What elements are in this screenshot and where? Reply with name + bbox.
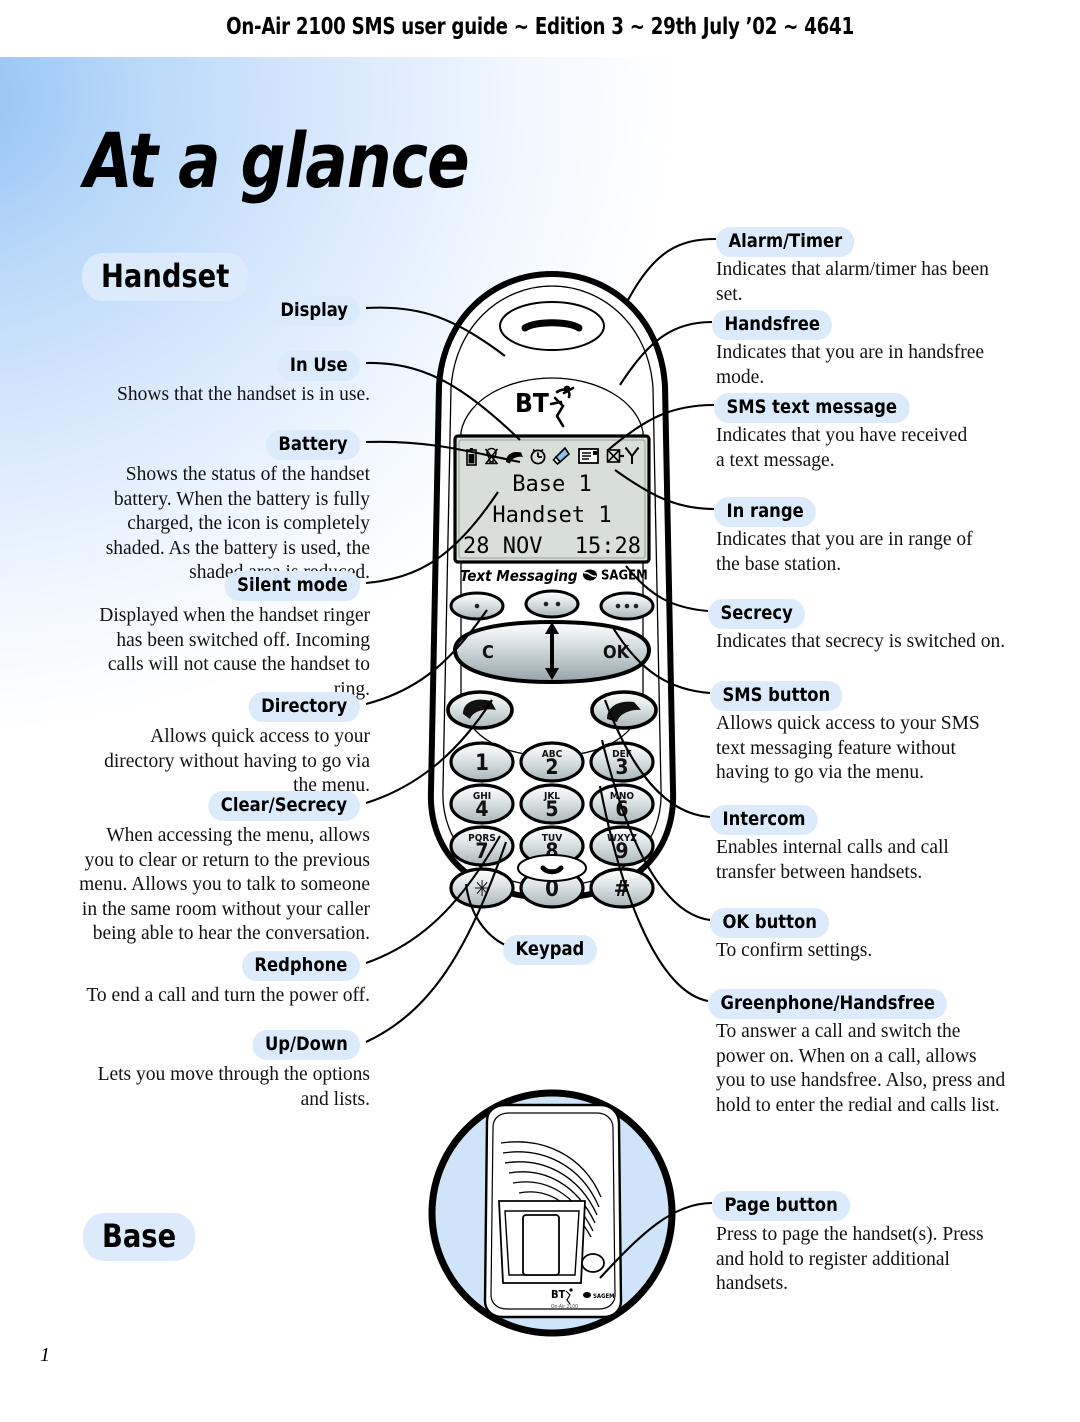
callout-text-in-use: Shows that the handset is in use. [117, 384, 370, 405]
key-9: WXYZ9 [589, 825, 655, 867]
callout-label-battery: Battery [265, 430, 360, 460]
callout-text-directory: Allows quick access to your directory wi… [104, 726, 370, 796]
key-hash: # [589, 867, 655, 909]
callout-text-ok-button: To confirm settings. [716, 940, 873, 961]
callout-text-secrecy: Indicates that secrecy is switched on. [716, 631, 1006, 652]
callout-text-in-range: Indicates that you are in range of the b… [716, 529, 973, 575]
lcd-line1: Base 1 [512, 472, 591, 497]
key-7: PQRS7 [449, 825, 515, 867]
running-header-text: On-Air 2100 SMS user guide ~ Edition 3 ~… [226, 14, 854, 40]
callout-label-secrecy: Secrecy [708, 599, 806, 629]
callout-label-sms-text-message: SMS text message [714, 393, 910, 423]
callout-text-redphone: To end a call and turn the power off. [86, 985, 370, 1006]
callout-text-clear-secrecy: When accessing the menu, allows you to c… [79, 825, 370, 944]
key-digit: 9 [615, 839, 628, 863]
callout-label-alarm-timer: Alarm/Timer [716, 227, 855, 257]
softkey-row [449, 589, 655, 621]
callout-label-clear-secrecy: Clear/Secrecy [208, 791, 360, 821]
callout-label-keypad: Keypad [503, 935, 597, 965]
lcd-line2: Handset 1 [492, 503, 611, 528]
svg-text:On-Air 2100: On-Air 2100 [551, 1304, 578, 1310]
key-digit: 5 [545, 797, 558, 821]
key-digit: ✳ [474, 877, 491, 902]
callout-text-intercom: Enables internal calls and call transfer… [716, 837, 949, 883]
callout-text-silent-mode: Displayed when the handset ringer has be… [99, 605, 370, 700]
intercom-button [524, 589, 580, 619]
callout-label-silent-mode: Silent mode [224, 571, 360, 601]
callout-text-battery: Shows the status of the handset battery.… [105, 464, 370, 583]
section-heading-handset: Handset [82, 253, 249, 301]
key-digit: 4 [475, 797, 488, 821]
callout-text-handsfree: Indicates that you are in handsfree mode… [716, 342, 985, 388]
callout-text-page-button: Press to page the handset(s). Press and … [716, 1224, 984, 1294]
key-6: MNO6 [589, 783, 655, 825]
ok-key-label: OK [603, 642, 631, 663]
sms-button [449, 591, 505, 621]
callout-text-sms-button: Allows quick access to your SMS text mes… [716, 713, 980, 783]
key-digit: 1 [475, 751, 489, 776]
callout-text-greenphone-handsfree: To answer a call and switch the power on… [716, 1021, 1006, 1116]
directory-button [599, 591, 655, 621]
key-1: 1 [449, 741, 515, 783]
callout-label-sms-button: SMS button [710, 681, 843, 711]
callout-label-greenphone-handsfree: Greenphone/Handsfree [708, 989, 948, 1019]
key-2: ABC2 [519, 741, 585, 783]
callout-label-redphone: Redphone [241, 951, 360, 981]
callout-text-up-down: Lets you move through the options and li… [97, 1064, 370, 1110]
callout-text-alarm-timer: Indicates that alarm/timer has been set. [716, 259, 989, 305]
clear-key-label: C [482, 642, 494, 663]
redphone-button [446, 690, 514, 730]
running-header-band: On-Air 2100 SMS user guide ~ Edition 3 ~… [0, 0, 1080, 57]
base-bt-logo: BT [551, 1288, 566, 1301]
key-digit: 2 [545, 755, 558, 779]
lcd-time: 15:28 [575, 534, 641, 559]
key-4: GHI4 [449, 783, 515, 825]
callout-label-directory: Directory [248, 692, 360, 722]
text-messaging-label: Text Messaging [460, 567, 578, 585]
base-illustration: BT SAGEM On-Air 2100 [428, 1089, 676, 1337]
callout-label-ok-button: OK button [710, 908, 830, 938]
bt-logo-text: BT [515, 389, 549, 419]
nav-cluster: C OK [452, 619, 652, 685]
key-digit: 6 [615, 797, 628, 821]
callout-label-in-range: In range [714, 497, 817, 527]
callout-label-up-down: Up/Down [252, 1030, 360, 1060]
section-heading-base: Base [83, 1213, 196, 1261]
greenphone-button [590, 690, 658, 730]
page-number: 1 [40, 1344, 50, 1366]
key-star: ✳ [449, 867, 515, 909]
key-5: JKL5 [519, 783, 585, 825]
page-title: At a glance [84, 116, 470, 205]
base-page-button [581, 1253, 605, 1273]
sms-message-icon [578, 448, 599, 464]
handset-illustration: BT Base 1 Handset 1 28 NOV 15:28 Text Me… [427, 270, 677, 909]
key-digit: 3 [615, 755, 628, 779]
svg-text:SAGEM: SAGEM [593, 1293, 615, 1300]
callout-label-handsfree: Handsfree [712, 310, 833, 340]
callout-label-page-button: Page button [712, 1191, 851, 1221]
callout-label-intercom: Intercom [710, 805, 818, 835]
callout-label-in-use: In Use [277, 351, 360, 381]
key-digit: # [614, 877, 631, 902]
svg-text:SAGEM: SAGEM [601, 569, 648, 584]
callout-label-display: Display [267, 296, 360, 326]
lcd-date: 28 NOV [463, 534, 542, 559]
callout-text-sms-text-message: Indicates that you have received a text … [716, 425, 968, 471]
key-3: DEF3 [589, 741, 655, 783]
key-digit: 7 [475, 839, 488, 863]
